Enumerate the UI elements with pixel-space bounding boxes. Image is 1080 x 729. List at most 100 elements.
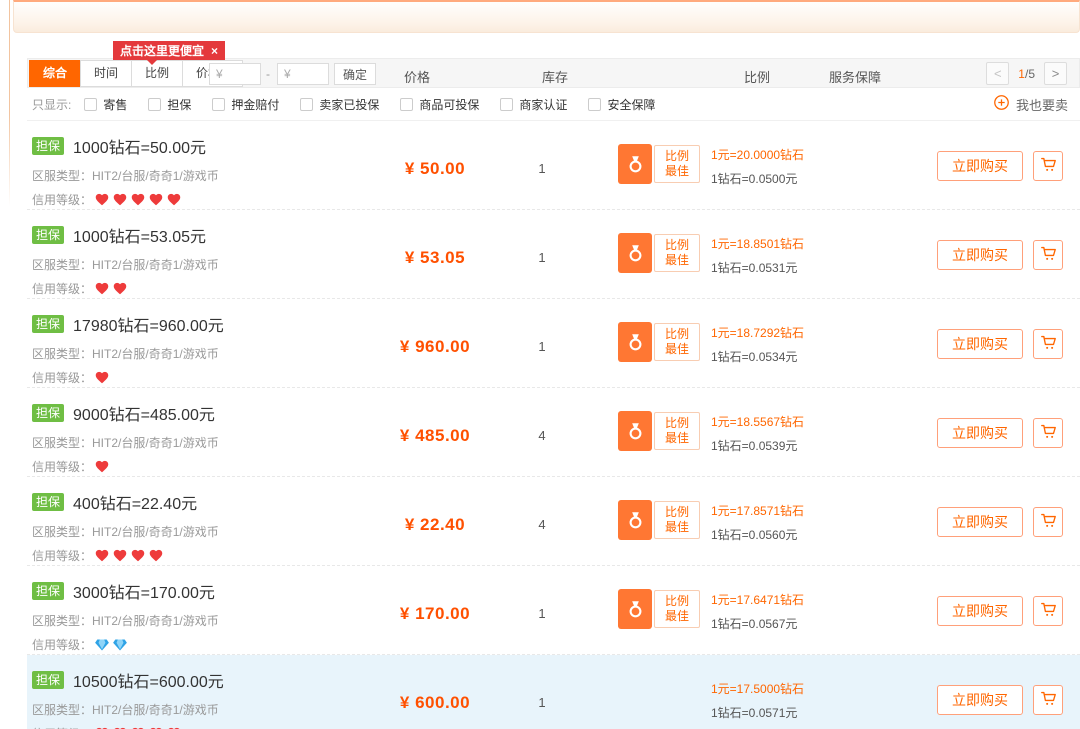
sort-tab-2[interactable]: 时间 [80, 60, 132, 87]
listing-row: 担保 3000钻石=170.00元 区服类型：HIT2/台服/奇奇1/游戏币 信… [27, 566, 1080, 655]
buy-now-button[interactable]: 立即购买 [937, 685, 1023, 715]
listing-list: 担保 1000钻石=50.00元 区服类型：HIT2/台服/奇奇1/游戏币 信用… [27, 121, 1080, 729]
plus-circle-icon [993, 94, 1010, 114]
medal-icon [618, 411, 652, 451]
listing-info: 担保 10500钻石=600.00元 区服类型：HIT2/台服/奇奇1/游戏币 … [32, 668, 224, 729]
cheaper-tooltip: 点击这里更便宜 × [113, 41, 225, 60]
add-to-cart-button[interactable] [1033, 685, 1063, 715]
heart-icon [112, 281, 128, 296]
buy-now-button[interactable]: 立即购买 [937, 240, 1023, 270]
server-type-line: 区服类型：HIT2/台服/奇奇1/游戏币 [32, 434, 219, 451]
add-to-cart-button[interactable] [1033, 507, 1063, 537]
price: ¥ 960.00 [375, 337, 495, 357]
price: ¥ 170.00 [375, 604, 495, 624]
buy-now-button[interactable]: 立即购买 [937, 596, 1023, 626]
guarantee-tag: 担保 [32, 671, 64, 689]
ratio-per-yuan: 1元=17.8571钻石 [711, 502, 804, 519]
filter-option-5[interactable]: 商品可投保 [400, 96, 479, 113]
listing-info: 担保 3000钻石=170.00元 区服类型：HIT2/台服/奇奇1/游戏币 信… [32, 579, 219, 653]
heart-icon [94, 459, 110, 474]
listing-title[interactable]: 1000钻石=53.05元 [73, 223, 206, 247]
listing-title[interactable]: 10500钻石=600.00元 [73, 668, 224, 692]
chevron-right-icon: > [1052, 66, 1060, 81]
ratio-per-yuan: 1元=17.6471钻石 [711, 591, 804, 608]
filter-option-7[interactable]: 安全保障 [588, 96, 655, 113]
best-ratio-badge: 比例最佳 [618, 500, 700, 540]
price-per-diamond: 1钻石=0.0500元 [711, 170, 804, 187]
price: ¥ 53.05 [375, 248, 495, 268]
checkbox-icon[interactable] [500, 98, 513, 111]
listing-title[interactable]: 1000钻石=50.00元 [73, 134, 206, 158]
price-max-input[interactable] [277, 63, 329, 85]
filter-option-4[interactable]: 卖家已投保 [300, 96, 379, 113]
credit-icons [94, 192, 182, 207]
prev-page-button[interactable]: < [986, 62, 1009, 85]
add-to-cart-button[interactable] [1033, 418, 1063, 448]
checkbox-icon[interactable] [84, 98, 97, 111]
listing-title[interactable]: 400钻石=22.40元 [73, 490, 197, 514]
close-icon[interactable]: × [211, 44, 218, 58]
heart-icon [148, 548, 164, 563]
ratio-cell: 比例最佳 1元=17.8571钻石 1钻石=0.0560元 [618, 500, 804, 543]
add-to-cart-button[interactable] [1033, 151, 1063, 181]
cart-icon [1039, 155, 1058, 177]
add-to-cart-button[interactable] [1033, 329, 1063, 359]
goods-listing-page: { "colors": { "accent": "#ff6600", "pric… [0, 0, 1080, 729]
medal-icon [618, 322, 652, 362]
listing-title[interactable]: 9000钻石=485.00元 [73, 401, 215, 425]
sort-tab-3[interactable]: 比例 [131, 60, 183, 87]
i-want-to-sell-link[interactable]: 我也要卖 [993, 94, 1080, 114]
heart-icon [112, 548, 128, 563]
checkbox-icon[interactable] [148, 98, 161, 111]
listing-title[interactable]: 17980钻石=960.00元 [73, 312, 224, 336]
best-ratio-label: 比例最佳 [654, 412, 700, 450]
stock: 1 [517, 695, 567, 710]
ratio-text: 1元=18.7292钻石 1钻石=0.0534元 [711, 322, 804, 365]
cart-icon [1039, 333, 1058, 355]
buy-now-button[interactable]: 立即购买 [937, 507, 1023, 537]
stock: 1 [517, 250, 567, 265]
add-to-cart-button[interactable] [1033, 596, 1063, 626]
best-ratio-badge: 比例最佳 [618, 589, 700, 629]
filter-option-3[interactable]: 押金赔付 [212, 96, 279, 113]
column-header: 库存 [542, 67, 568, 86]
buy-now-button[interactable]: 立即购买 [937, 329, 1023, 359]
chevron-left-icon: < [994, 66, 1002, 81]
credit-icons [94, 370, 110, 385]
best-ratio-label: 比例最佳 [654, 323, 700, 361]
confirm-button[interactable]: 确定 [334, 63, 376, 85]
filter-option-2[interactable]: 担保 [148, 96, 191, 113]
add-to-cart-button[interactable] [1033, 240, 1063, 270]
checkbox-icon[interactable] [588, 98, 601, 111]
filter-option-6[interactable]: 商家认证 [500, 96, 567, 113]
checkbox-icon[interactable] [212, 98, 225, 111]
server-type-line: 区服类型：HIT2/台服/奇奇1/游戏币 [32, 167, 219, 184]
price-min-input[interactable] [209, 63, 261, 85]
buy-now-button[interactable]: 立即购买 [937, 151, 1023, 181]
credit-level-line: 信用等级： [32, 191, 219, 208]
next-page-button[interactable]: > [1044, 62, 1067, 85]
diamond-icon [112, 637, 128, 652]
buy-now-button[interactable]: 立即购买 [937, 418, 1023, 448]
checkbox-icon[interactable] [300, 98, 313, 111]
credit-icons [94, 281, 128, 296]
checkbox-icon[interactable] [400, 98, 413, 111]
best-ratio-badge: 比例最佳 [618, 233, 700, 273]
guarantee-tag: 担保 [32, 493, 64, 511]
ratio-text: 1元=17.5000钻石 1钻石=0.0571元 [711, 678, 804, 721]
server-type-value: HIT2/台服/奇奇1/游戏币 [92, 347, 219, 361]
cart-icon [1039, 511, 1058, 533]
sort-filter-bar: 综合时间比例价格↑ - 确定 价格库存比例服务保障 < 1/5 > [27, 58, 1080, 88]
filter-option-1[interactable]: 寄售 [84, 96, 127, 113]
listing-row: 担保 400钻石=22.40元 区服类型：HIT2/台服/奇奇1/游戏币 信用等… [27, 477, 1080, 566]
credit-level-line: 信用等级： [32, 458, 219, 475]
credit-level-line: 信用等级： [32, 547, 219, 564]
medal-icon [618, 500, 652, 540]
ratio-per-yuan: 1元=18.5567钻石 [711, 413, 804, 430]
price-per-diamond: 1钻石=0.0560元 [711, 526, 804, 543]
best-ratio-badge: 比例最佳 [618, 322, 700, 362]
listing-title[interactable]: 3000钻石=170.00元 [73, 579, 215, 603]
sort-tab-1[interactable]: 综合 [29, 60, 81, 87]
medal-icon [618, 233, 652, 273]
ratio-text: 1元=20.0000钻石 1钻石=0.0500元 [711, 144, 804, 187]
